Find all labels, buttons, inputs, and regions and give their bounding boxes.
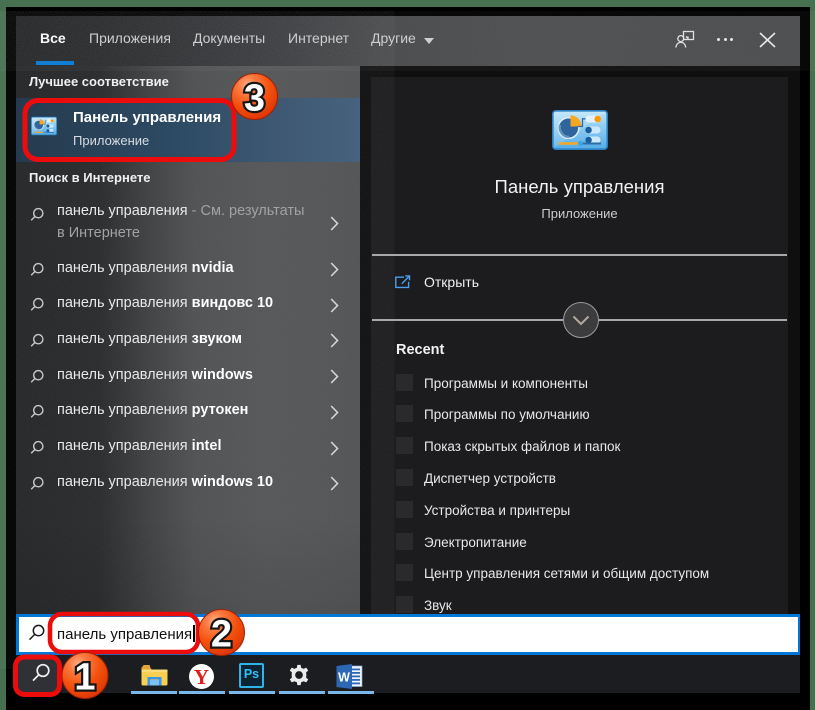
svg-text:2: 2 [211, 614, 232, 656]
svg-text:1: 1 [74, 657, 95, 699]
svg-text:3: 3 [244, 78, 265, 120]
